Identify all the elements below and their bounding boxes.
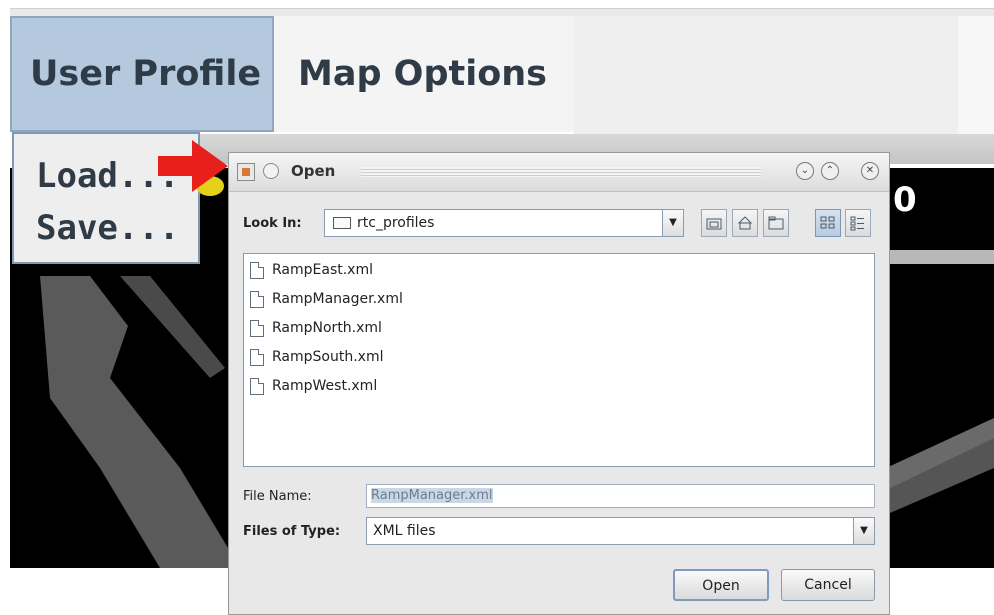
menubar-empty-area xyxy=(574,16,958,134)
file-icon xyxy=(250,348,264,366)
details-view-button[interactable] xyxy=(845,209,871,237)
menu-user-profile-label: User Profile xyxy=(30,54,262,94)
details-view-icon xyxy=(850,216,864,231)
home-icon xyxy=(737,216,753,230)
open-dialog: Open ⌄ ⌃ ✕ Look In: rtc_profiles ▼ RampE… xyxy=(228,152,890,615)
window-menu-icon[interactable] xyxy=(263,163,279,179)
look-in-value: rtc_profiles xyxy=(357,215,435,231)
file-name-label: File Name: xyxy=(243,489,312,504)
panel-strip xyxy=(886,250,994,264)
list-view-button[interactable] xyxy=(815,209,841,237)
list-item[interactable]: RampEast.xml xyxy=(250,259,373,281)
menu-map-options-label: Map Options xyxy=(298,54,548,94)
background-readout: 0 xyxy=(893,180,917,220)
java-app-icon xyxy=(237,163,255,181)
file-icon xyxy=(250,290,264,308)
file-name-field[interactable]: RampManager.xml xyxy=(366,484,875,508)
files-of-type-label: Files of Type: xyxy=(243,524,341,539)
red-arrow-icon xyxy=(158,140,228,196)
file-name: RampSouth.xml xyxy=(272,349,384,365)
new-folder-button[interactable] xyxy=(763,209,789,237)
list-view-icon xyxy=(820,216,835,229)
look-in-dropdown-arrow[interactable]: ▼ xyxy=(662,209,684,237)
file-icon xyxy=(250,377,264,395)
titlebar-grip xyxy=(361,167,761,177)
list-item[interactable]: RampWest.xml xyxy=(250,375,377,397)
menu-item-save[interactable]: Save... xyxy=(36,208,179,248)
look-in-label: Look In: xyxy=(243,216,302,231)
up-folder-icon xyxy=(706,218,722,230)
maximize-icon[interactable]: ⌃ xyxy=(821,162,839,180)
file-list[interactable]: RampEast.xml RampManager.xml RampNorth.x… xyxy=(243,253,875,467)
file-name: RampManager.xml xyxy=(272,291,403,307)
file-name-value: RampManager.xml xyxy=(371,488,493,503)
home-button[interactable] xyxy=(732,209,758,237)
list-item[interactable]: RampManager.xml xyxy=(250,288,403,310)
cancel-button[interactable]: Cancel xyxy=(781,569,875,601)
file-name: RampEast.xml xyxy=(272,262,373,278)
look-in-combo[interactable]: rtc_profiles xyxy=(324,209,680,237)
file-icon xyxy=(250,319,264,337)
close-icon[interactable]: ✕ xyxy=(861,162,879,180)
folder-icon xyxy=(333,217,351,229)
open-button[interactable]: Open xyxy=(673,569,769,601)
list-item[interactable]: RampNorth.xml xyxy=(250,317,382,339)
files-of-type-dropdown-arrow[interactable]: ▼ xyxy=(853,517,875,545)
files-of-type-value: XML files xyxy=(373,523,436,539)
menu-user-profile[interactable]: User Profile xyxy=(10,16,274,132)
file-icon xyxy=(250,261,264,279)
new-folder-icon xyxy=(768,216,784,230)
menu-map-options[interactable]: Map Options xyxy=(274,16,574,132)
minimize-icon[interactable]: ⌄ xyxy=(796,162,814,180)
menubar-edge xyxy=(958,16,994,134)
dialog-title: Open xyxy=(291,162,336,180)
file-name: RampNorth.xml xyxy=(272,320,382,336)
files-of-type-combo[interactable]: XML files xyxy=(366,517,855,545)
dialog-titlebar[interactable]: Open ⌄ ⌃ ✕ xyxy=(229,153,889,192)
list-item[interactable]: RampSouth.xml xyxy=(250,346,383,368)
file-name: RampWest.xml xyxy=(272,378,378,394)
up-folder-button[interactable] xyxy=(701,209,727,237)
